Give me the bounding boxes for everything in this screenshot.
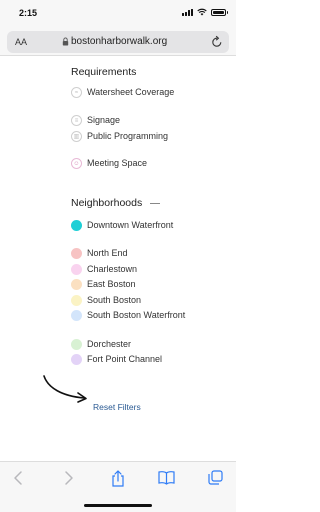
filter-item-label: Public Programming [87, 131, 169, 141]
neighborhood-label: South Boston [87, 295, 142, 305]
browser-address-area: AA bostonharborwalk.org [0, 28, 236, 56]
neighborhood-label: North End [87, 248, 128, 258]
status-bar: 2:15 [0, 0, 236, 28]
color-swatch [71, 339, 82, 350]
filter-item-label: Meeting Space [87, 158, 148, 168]
url-bar[interactable]: AA bostonharborwalk.org [7, 31, 229, 53]
cellular-signal-icon [182, 8, 193, 16]
status-time: 2:15 [19, 8, 38, 18]
url-text[interactable]: bostonharborwalk.org [71, 36, 167, 47]
filter-item-public-programming[interactable]: ▥ Public Programming [71, 130, 187, 142]
share-icon[interactable] [111, 470, 125, 487]
color-swatch [71, 354, 82, 365]
reader-text-size-button[interactable]: AA [15, 37, 27, 47]
color-swatch [71, 295, 82, 306]
filter-item-watersheet-coverage[interactable]: ≈ Watersheet Coverage [71, 86, 187, 98]
filter-panel: Requirements ≈ Watersheet Coverage ≡ Sig… [0, 56, 236, 461]
browser-toolbar [0, 461, 236, 512]
neighborhood-north-end[interactable]: North End [71, 247, 187, 259]
neighborhood-label: East Boston [87, 279, 136, 289]
watersheet-icon: ≈ [71, 87, 82, 98]
neighborhood-downtown-waterfront[interactable]: Downtown Waterfront [71, 219, 187, 231]
battery-icon [211, 8, 228, 16]
color-swatch [71, 220, 82, 231]
neighborhoods-heading[interactable]: Neighborhoods [71, 197, 161, 209]
color-swatch [71, 279, 82, 290]
neighborhood-label: Charlestown [87, 264, 138, 274]
public-programming-icon: ▥ [71, 131, 82, 142]
neighborhood-charlestown[interactable]: Charlestown [71, 263, 187, 275]
lock-icon [62, 37, 69, 46]
neighborhood-south-boston[interactable]: South Boston [71, 294, 187, 306]
color-swatch [71, 264, 82, 275]
home-indicator [84, 504, 152, 507]
neighborhoods-heading-text: Neighborhoods [71, 197, 143, 209]
neighborhood-dorchester[interactable]: Dorchester [71, 338, 187, 350]
filter-item-label: Watersheet Coverage [87, 87, 175, 97]
filter-item-label: Signage [87, 115, 121, 125]
neighborhood-south-boston-waterfront[interactable]: South Boston Waterfront [71, 309, 187, 321]
requirements-heading-text: Requirements [71, 66, 137, 78]
reset-filters-link[interactable]: Reset Filters [93, 402, 141, 412]
filter-item-signage[interactable]: ≡ Signage [71, 114, 187, 126]
status-icons [182, 8, 228, 16]
wifi-icon [197, 8, 207, 16]
collapse-dash-icon[interactable] [150, 202, 161, 204]
bookmarks-icon[interactable] [158, 470, 175, 485]
pointing-arrow-icon [43, 375, 87, 403]
filter-item-meeting-space[interactable]: ☺ Meeting Space [71, 157, 187, 169]
requirements-heading: Requirements [71, 66, 136, 78]
neighborhood-label: South Boston Waterfront [87, 310, 186, 320]
signage-icon: ≡ [71, 115, 82, 126]
neighborhood-label: Fort Point Channel [87, 354, 163, 364]
color-swatch [71, 248, 82, 259]
neighborhood-label: Downtown Waterfront [87, 220, 174, 230]
neighborhood-label: Dorchester [87, 339, 132, 349]
neighborhood-east-boston[interactable]: East Boston [71, 278, 187, 290]
tabs-icon[interactable] [208, 470, 223, 485]
reload-icon[interactable] [211, 35, 223, 48]
forward-icon[interactable] [62, 470, 74, 486]
neighborhood-fort-point-channel[interactable]: Fort Point Channel [71, 353, 187, 365]
back-icon[interactable] [13, 470, 25, 486]
meeting-space-icon: ☺ [71, 158, 82, 169]
color-swatch [71, 310, 82, 321]
